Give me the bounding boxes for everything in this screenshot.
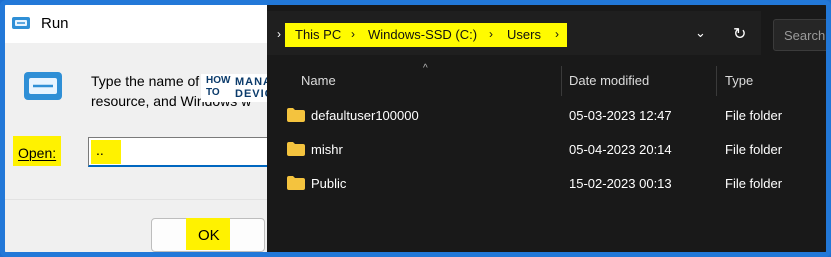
open-input-value: .. — [96, 142, 104, 158]
row-date: 05-03-2023 12:47 — [569, 108, 672, 123]
open-label-text: Open: — [18, 145, 57, 161]
row-type: File folder — [725, 176, 783, 191]
address-bar[interactable]: › This PC › Windows-SSD (C:) › Users › ⌄… — [267, 11, 761, 55]
row-name: Public — [311, 176, 347, 191]
column-header-name[interactable]: Name — [301, 73, 336, 88]
chevron-right-icon: › — [277, 27, 281, 41]
row-date: 05-04-2023 20:14 — [569, 142, 672, 157]
row-name: defaultuser100000 — [311, 108, 419, 123]
table-row[interactable]: mishr 05-04-2023 20:14 File folder — [267, 133, 826, 167]
sort-up-icon: ^ — [423, 63, 428, 74]
breadcrumb-users[interactable]: Users — [507, 27, 541, 42]
screenshot-frame: Run Type the name of resource, and Windo… — [0, 0, 831, 257]
logo-to: TO — [206, 87, 220, 98]
column-header-date[interactable]: Date modified — [569, 73, 649, 88]
folder-icon — [287, 108, 305, 122]
breadcrumb-this-pc[interactable]: This PC — [295, 27, 341, 42]
column-header-row: ^ Name Date modified Type — [267, 63, 826, 97]
folder-icon — [287, 176, 305, 190]
table-row[interactable]: defaultuser100000 05-03-2023 12:47 File … — [267, 99, 826, 133]
column-header-type[interactable]: Type — [725, 73, 753, 88]
address-dropdown-icon[interactable]: ⌄ — [695, 25, 706, 41]
folder-icon — [287, 142, 305, 156]
run-dialog: Run Type the name of resource, and Windo… — [5, 5, 268, 252]
row-type: File folder — [725, 108, 783, 123]
run-dialog-icon — [24, 72, 62, 100]
row-name: mishr — [311, 142, 343, 157]
column-divider — [561, 66, 562, 96]
file-explorer: › This PC › Windows-SSD (C:) › Users › ⌄… — [267, 5, 826, 252]
row-date: 15-02-2023 00:13 — [569, 176, 672, 191]
refresh-icon[interactable]: ↻ — [733, 24, 746, 44]
search-placeholder: Search — [784, 28, 826, 43]
run-title: Run — [41, 15, 69, 32]
chevron-right-icon: › — [555, 27, 559, 41]
row-type: File folder — [725, 142, 783, 157]
open-label: Open: — [18, 145, 56, 161]
run-app-icon — [12, 17, 30, 29]
chevron-right-icon: › — [489, 27, 493, 41]
logo-how: HOW — [206, 75, 231, 86]
chevron-right-icon: › — [351, 27, 355, 41]
ok-button-label: OK — [198, 227, 220, 244]
run-title-bar: Run — [5, 5, 267, 43]
column-divider — [716, 66, 717, 96]
search-box[interactable]: Search — [773, 19, 826, 51]
table-row[interactable]: Public 15-02-2023 00:13 File folder — [267, 167, 826, 201]
breadcrumb-drive[interactable]: Windows-SSD (C:) — [368, 27, 477, 42]
